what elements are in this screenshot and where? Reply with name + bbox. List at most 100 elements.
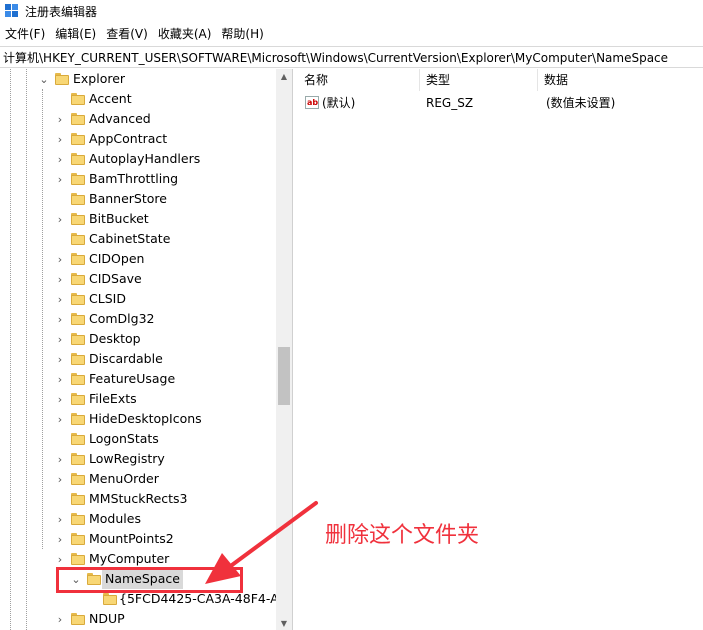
tree-item-label: MMStuckRects3	[89, 491, 188, 506]
tree-item[interactable]: › AppContract	[0, 129, 275, 149]
tree-item[interactable]: › MyComputer	[0, 549, 275, 569]
tree-item[interactable]: LogonStats	[0, 429, 275, 449]
tree-item-label: CabinetState	[89, 231, 171, 246]
chevron-right-icon[interactable]: ›	[54, 109, 66, 129]
tree-item-explorer[interactable]: ⌄ Explorer	[0, 69, 275, 89]
tree-item[interactable]: › Modules	[0, 509, 275, 529]
tree-item-label: Advanced	[89, 111, 151, 126]
menu-view[interactable]: 查看(V)	[101, 24, 153, 44]
address-bar[interactable]: 计算机\HKEY_CURRENT_USER\SOFTWARE\Microsoft…	[0, 46, 703, 68]
address-path[interactable]: 计算机\HKEY_CURRENT_USER\SOFTWARE\Microsoft…	[3, 49, 668, 66]
tree-item-label: AutoplayHandlers	[89, 151, 201, 166]
chevron-right-icon[interactable]: ›	[54, 129, 66, 149]
tree-item[interactable]: › CIDOpen	[0, 249, 275, 269]
tree-item-label: MyComputer	[89, 551, 170, 566]
folder-icon	[71, 113, 85, 125]
tree-item-label: MountPoints2	[89, 531, 174, 546]
tree-item-label: Desktop	[89, 331, 141, 346]
chevron-right-icon[interactable]: ›	[54, 609, 66, 629]
tree-item[interactable]: › HideDesktopIcons	[0, 409, 275, 429]
value-name: (默认)	[322, 96, 356, 110]
tree-item-label: AppContract	[89, 131, 168, 146]
folder-icon	[71, 453, 85, 465]
chevron-right-icon[interactable]: ›	[54, 269, 66, 289]
tree-item[interactable]: › ComDlg32	[0, 309, 275, 329]
tree-item[interactable]: › MenuOrder	[0, 469, 275, 489]
tree-item[interactable]: › BamThrottling	[0, 169, 275, 189]
highlight-box	[56, 567, 243, 593]
key-tree-pane[interactable]: ⌄ Explorer Accent › Advanced › AppContract › Aut…	[0, 69, 293, 630]
tree-item[interactable]: MMStuckRects3	[0, 489, 275, 509]
scroll-up-arrow-icon[interactable]: ▲	[276, 69, 292, 83]
tree-scrollbar[interactable]: ▲ ▼	[276, 69, 292, 630]
tree-item[interactable]: › MountPoints2	[0, 529, 275, 549]
tree-item[interactable]: › LowRegistry	[0, 449, 275, 469]
menu-file[interactable]: 文件(F)	[0, 24, 50, 44]
tree-item[interactable]: › Desktop	[0, 329, 275, 349]
tree-item-label: FeatureUsage	[89, 371, 176, 386]
tree-item-label: Discardable	[89, 351, 163, 366]
chevron-right-icon[interactable]: ›	[54, 549, 66, 569]
tree-item[interactable]: › CLSID	[0, 289, 275, 309]
chevron-right-icon[interactable]: ›	[54, 389, 66, 409]
tree-item[interactable]: › AutoplayHandlers	[0, 149, 275, 169]
chevron-right-icon[interactable]: ›	[54, 509, 66, 529]
folder-icon	[71, 393, 85, 405]
column-header-type[interactable]: 类型	[419, 69, 537, 91]
tree-item-label: FileExts	[89, 391, 137, 406]
tree-item-label: ComDlg32	[89, 311, 155, 326]
folder-icon	[71, 473, 85, 485]
title-bar: 注册表编辑器	[0, 0, 703, 22]
chevron-right-icon[interactable]: ›	[54, 329, 66, 349]
scroll-down-arrow-icon[interactable]: ▼	[276, 616, 292, 630]
tree-item[interactable]: › FileExts	[0, 389, 275, 409]
tree-item-label: CIDOpen	[89, 251, 145, 266]
chevron-right-icon[interactable]: ›	[54, 169, 66, 189]
chevron-right-icon[interactable]: ›	[54, 309, 66, 329]
folder-icon	[71, 513, 85, 525]
tree-item-label: CIDSave	[89, 271, 142, 286]
chevron-right-icon[interactable]: ›	[54, 149, 66, 169]
tree-item-label: NDUP	[89, 611, 125, 626]
scroll-thumb[interactable]	[278, 347, 290, 405]
chevron-right-icon[interactable]: ›	[54, 529, 66, 549]
registry-editor-icon	[5, 4, 19, 18]
window-title: 注册表编辑器	[25, 4, 98, 19]
menu-help[interactable]: 帮助(H)	[216, 24, 268, 44]
menu-favorites[interactable]: 收藏夹(A)	[153, 24, 217, 44]
tree-item[interactable]: › CIDSave	[0, 269, 275, 289]
chevron-down-icon[interactable]: ⌄	[38, 69, 50, 89]
folder-icon	[71, 553, 85, 565]
value-type: REG_SZ	[426, 96, 474, 110]
folder-icon	[71, 333, 85, 345]
folder-icon	[71, 173, 85, 185]
chevron-right-icon[interactable]: ›	[54, 449, 66, 469]
column-header-data[interactable]: 数据	[537, 69, 697, 91]
tree-item-label: BamThrottling	[89, 171, 179, 186]
folder-icon	[71, 233, 85, 245]
folder-icon	[71, 133, 85, 145]
tree-item[interactable]: › BitBucket	[0, 209, 275, 229]
tree-item-label: LogonStats	[89, 431, 159, 446]
tree-item[interactable]: BannerStore	[0, 189, 275, 209]
tree-item[interactable]: › FeatureUsage	[0, 369, 275, 389]
tree-item[interactable]: Accent	[0, 89, 275, 109]
chevron-right-icon[interactable]: ›	[54, 209, 66, 229]
folder-icon	[71, 293, 85, 305]
tree-item-ndup[interactable]: › NDUP	[0, 609, 275, 629]
tree-item[interactable]: › Advanced	[0, 109, 275, 129]
column-header-name[interactable]: 名称	[297, 69, 419, 91]
tree-item-label: HideDesktopIcons	[89, 411, 202, 426]
folder-icon	[71, 313, 85, 325]
folder-icon	[71, 533, 85, 545]
chevron-right-icon[interactable]: ›	[54, 289, 66, 309]
chevron-right-icon[interactable]: ›	[54, 369, 66, 389]
value-row[interactable]: ab (默认) REG_SZ (数值未设置)	[297, 93, 697, 113]
chevron-right-icon[interactable]: ›	[54, 469, 66, 489]
chevron-right-icon[interactable]: ›	[54, 409, 66, 429]
chevron-right-icon[interactable]: ›	[54, 249, 66, 269]
chevron-right-icon[interactable]: ›	[54, 349, 66, 369]
menu-edit[interactable]: 编辑(E)	[50, 24, 101, 44]
tree-item[interactable]: CabinetState	[0, 229, 275, 249]
tree-item[interactable]: › Discardable	[0, 349, 275, 369]
